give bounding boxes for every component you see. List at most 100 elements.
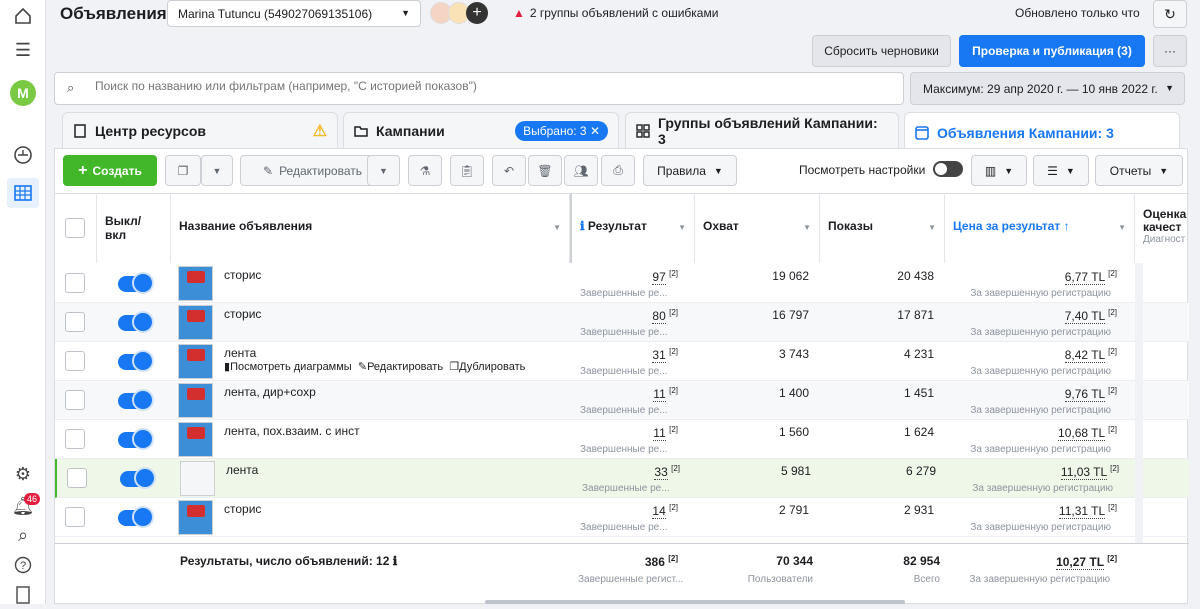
view-settings-toggle[interactable]	[933, 161, 963, 177]
duplicate-dropdown[interactable]: ▼	[201, 155, 233, 186]
ad-name[interactable]: лента, пох.взаим. с инст	[224, 424, 360, 438]
audience-button[interactable]: 👥︎	[564, 155, 598, 186]
ad-thumbnail[interactable]	[178, 422, 213, 457]
row-checkbox[interactable]	[65, 351, 85, 371]
more-button[interactable]: ···	[1153, 35, 1187, 67]
ad-thumbnail[interactable]	[178, 383, 213, 418]
column-header-quality[interactable]: Оценка качест Диагност	[1135, 194, 1189, 263]
ad-name[interactable]: сторис	[224, 268, 261, 282]
result-cell[interactable]: 11 [2]	[570, 425, 678, 441]
ad-toggle[interactable]	[118, 352, 152, 370]
table-row[interactable]: сторис 97 [2] Завершенные ре... 19 062 2…	[55, 264, 1189, 303]
column-header-result[interactable]: ℹ Результат ▼	[570, 194, 695, 263]
report-icon[interactable]	[9, 581, 37, 609]
cost-cell[interactable]: 11,03 TL [2]	[947, 464, 1119, 480]
search-icon[interactable]: ⌕	[9, 521, 37, 549]
edit-button[interactable]: ✎ Редактировать	[240, 155, 385, 186]
table-row[interactable]: сторис 14 [2] Завершенные ре... 2 791 2 …	[55, 498, 1189, 537]
rules-dropdown[interactable]: Правила ▼	[643, 155, 737, 186]
ads-table-icon[interactable]	[7, 178, 39, 208]
result-cell[interactable]: 14 [2]	[570, 503, 678, 519]
ad-toggle[interactable]	[118, 274, 152, 292]
cost-cell[interactable]: 11,31 TL [2]	[945, 503, 1117, 519]
result-cell[interactable]: 31 [2]	[570, 347, 678, 363]
preview-button[interactable]: ⎙	[601, 155, 635, 186]
date-range-picker[interactable]: Максимум: 29 апр 2020 г. — 10 янв 2022 г…	[910, 72, 1185, 105]
view-charts-link[interactable]: Посмотреть диаграммы	[230, 361, 352, 373]
tab-resource-center[interactable]: Центр ресурсов ⚠	[62, 112, 338, 148]
ad-thumbnail[interactable]	[178, 266, 213, 301]
column-header-toggle[interactable]: Выкл/ вкл	[97, 194, 171, 263]
reports-dropdown[interactable]: Отчеты ▼	[1095, 155, 1183, 186]
cost-cell[interactable]: 10,68 TL [2]	[945, 425, 1117, 441]
gear-icon[interactable]: ⚙	[9, 460, 37, 488]
columns-dropdown[interactable]: ▥ ▼	[971, 155, 1027, 186]
ab-test-button[interactable]: ⚗	[408, 155, 442, 186]
add-account-icon[interactable]: +	[466, 2, 488, 24]
error-notice[interactable]: ▲ 2 группы объявлений с ошибками	[513, 6, 718, 20]
ad-thumbnail[interactable]	[178, 305, 213, 340]
row-checkbox[interactable]	[65, 390, 85, 410]
column-header-name[interactable]: Название объявления ▼	[171, 194, 570, 263]
table-row[interactable]: лента, пох.взаим. с инст 11 [2] Завершен…	[55, 420, 1189, 459]
table-row[interactable]: сторис 80 [2] Завершенные ре... 16 797 1…	[55, 303, 1189, 342]
discard-drafts-button[interactable]: Сбросить черновики	[812, 35, 951, 67]
horizontal-scrollbar[interactable]	[485, 600, 905, 604]
ad-toggle[interactable]	[118, 313, 152, 331]
row-checkbox[interactable]	[65, 273, 85, 293]
cost-cell[interactable]: 8,42 TL [2]	[945, 347, 1117, 363]
selected-pill[interactable]: Выбрано: 3 ✕	[515, 120, 608, 141]
search-input[interactable]	[95, 79, 875, 93]
duplicate-button[interactable]: ❐	[165, 155, 201, 186]
close-icon[interactable]: ✕	[590, 124, 600, 138]
ad-thumbnail[interactable]	[178, 500, 213, 535]
ad-name[interactable]: сторис	[224, 502, 261, 516]
row-checkbox[interactable]	[65, 312, 85, 332]
result-cell[interactable]: 97 [2]	[570, 269, 678, 285]
ad-name[interactable]: лента, дир+сохр	[224, 385, 316, 399]
table-row[interactable]: лента ▮Посмотреть диаграммы ✎Редактирова…	[55, 342, 1189, 381]
result-cell[interactable]: 80 [2]	[570, 308, 678, 324]
ad-name[interactable]: лента	[226, 463, 258, 477]
breakdown-dropdown[interactable]: ☰ ▼	[1033, 155, 1089, 186]
row-checkbox[interactable]	[65, 507, 85, 527]
undo-button[interactable]: ↶	[492, 155, 526, 186]
tab-ads[interactable]: Объявления Кампании: 3	[904, 112, 1180, 152]
dashboard-icon[interactable]	[9, 141, 37, 169]
vertical-scrollbar[interactable]	[1135, 263, 1143, 543]
result-cell[interactable]: 11 [2]	[570, 386, 678, 402]
refresh-button[interactable]: ↻	[1153, 0, 1187, 28]
row-checkbox[interactable]	[67, 468, 87, 488]
create-button[interactable]: + Создать	[63, 155, 157, 186]
delete-button[interactable]: 🗑︎	[528, 155, 562, 186]
table-row[interactable]: лента, дир+сохр 11 [2] Завершенные ре...…	[55, 381, 1189, 420]
select-all-checkbox[interactable]	[65, 218, 85, 238]
help-icon[interactable]: ?	[9, 551, 37, 579]
menu-icon[interactable]: ☰	[9, 36, 37, 64]
table-row[interactable]: лента 33 [2] Завершенные ре... 5 981 6 2…	[55, 459, 1189, 498]
edit-link[interactable]: Редактировать	[367, 361, 443, 373]
column-header-impressions[interactable]: Показы ▼	[820, 194, 945, 263]
search-bar[interactable]: ⌕	[54, 72, 904, 105]
ad-thumbnail[interactable]	[178, 344, 213, 379]
ad-name[interactable]: лента	[224, 346, 256, 360]
ad-toggle[interactable]	[118, 391, 152, 409]
cost-cell[interactable]: 7,40 TL [2]	[945, 308, 1117, 324]
result-cell[interactable]: 33 [2]	[572, 464, 680, 480]
column-header-reach[interactable]: Охват ▼	[695, 194, 820, 263]
ad-toggle[interactable]	[118, 430, 152, 448]
avatar[interactable]: M	[10, 80, 36, 106]
ad-toggle[interactable]	[120, 469, 154, 487]
row-checkbox[interactable]	[65, 429, 85, 449]
tab-campaigns[interactable]: Кампании Выбрано: 3 ✕	[343, 112, 619, 148]
ad-toggle[interactable]	[118, 508, 152, 526]
column-header-cost[interactable]: Цена за результат ↑ ▼	[945, 194, 1135, 263]
cost-cell[interactable]: 6,77 TL [2]	[945, 269, 1117, 285]
review-publish-button[interactable]: Проверка и публикация (3)	[959, 35, 1145, 67]
duplicate-link[interactable]: Дублировать	[459, 361, 525, 373]
account-selector[interactable]: Marina Tutuncu (549027069135106) ▼	[167, 0, 421, 27]
tab-ad-sets[interactable]: Группы объявлений Кампании: 3	[625, 112, 899, 148]
cost-cell[interactable]: 9,76 TL [2]	[945, 386, 1117, 402]
ad-name[interactable]: сторис	[224, 307, 261, 321]
edit-dropdown[interactable]: ▼	[367, 155, 400, 186]
